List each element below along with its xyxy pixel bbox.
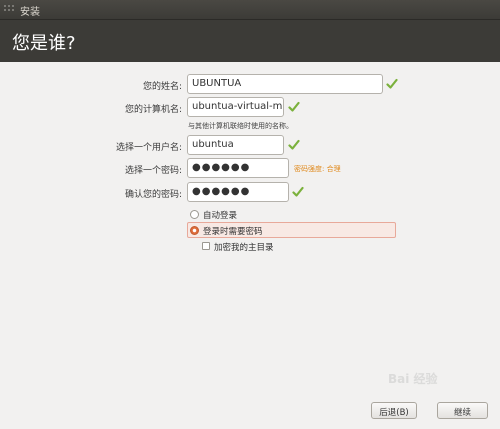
require-password-label[interactable]: 登录时需要密码 <box>203 225 263 237</box>
name-label: 您的姓名: <box>142 82 182 92</box>
page-title: 您是谁? <box>12 33 76 54</box>
confirm-password-valid-check-icon <box>292 186 304 197</box>
username-valid-check-icon <box>288 139 300 150</box>
computer-name-hint: 与其他计算机联络时使用的名称。 <box>188 122 293 130</box>
password-strength: 密码强度: 合理 <box>294 165 341 173</box>
continue-button[interactable]: 继续 <box>437 402 488 419</box>
encrypt-home-checkbox[interactable] <box>202 242 210 250</box>
password-field[interactable]: ●●●●●● <box>187 158 289 178</box>
confirm-password-field[interactable]: ●●●●●● <box>187 182 289 202</box>
window-menu-icon[interactable] <box>4 5 14 15</box>
encrypt-home-label[interactable]: 加密我的主目录 <box>214 241 274 253</box>
computer-name-label: 您的计算机名: <box>124 105 182 115</box>
password-label: 选择一个密码: <box>124 166 182 176</box>
back-button[interactable]: 后退(B) <box>371 402 417 419</box>
auto-login-radio[interactable] <box>190 210 199 219</box>
watermark: Bai 经验 <box>388 372 438 386</box>
page-header: 您是谁? <box>0 20 500 62</box>
auto-login-label[interactable]: 自动登录 <box>203 209 237 221</box>
name-valid-check-icon <box>386 78 398 89</box>
confirm-password-label: 确认您的密码: <box>124 190 182 200</box>
require-password-radio[interactable] <box>190 226 199 235</box>
username-label: 选择一个用户名: <box>115 143 182 153</box>
computer-name-field[interactable]: ubuntua-virtual-mach <box>187 97 284 117</box>
window-titlebar: 安装 <box>0 0 500 20</box>
name-field[interactable]: UBUNTUA <box>187 74 383 94</box>
computer-name-valid-check-icon <box>288 101 300 112</box>
username-field[interactable]: ubuntua <box>187 135 284 155</box>
window-title: 安装 <box>20 7 40 18</box>
